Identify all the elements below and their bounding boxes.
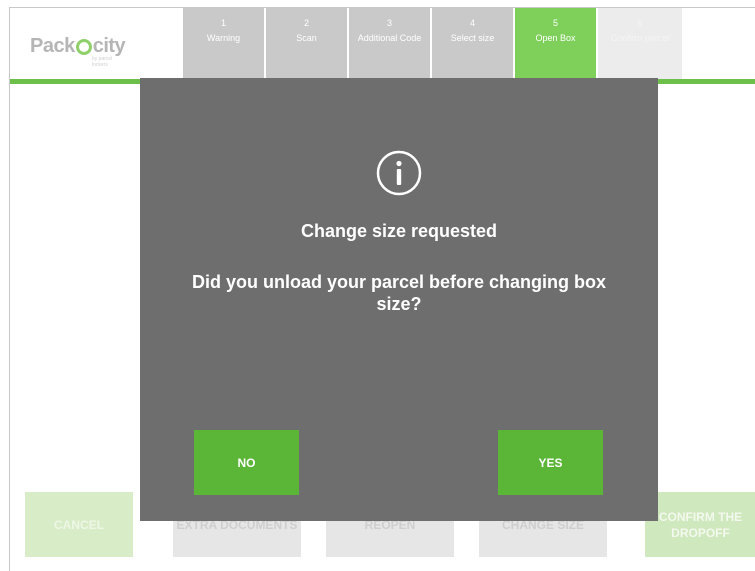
logo-text-right: city bbox=[92, 34, 126, 57]
step-number: 3 bbox=[386, 18, 392, 28]
info-icon bbox=[376, 150, 422, 196]
step-label: Scan bbox=[296, 33, 317, 43]
logo-mark-icon bbox=[75, 39, 92, 55]
step-additional-code: 3 Additional Code bbox=[349, 8, 430, 79]
logo: Pack city by parcel lockers bbox=[30, 26, 126, 69]
step-number: 2 bbox=[303, 18, 309, 28]
app-window: Pack city by parcel lockers 1 Warning 2 … bbox=[9, 7, 755, 571]
dialog-title: Change size requested bbox=[300, 221, 498, 241]
logo-tagline: by parcel lockers bbox=[92, 56, 113, 68]
step-label: Confirm parcel bbox=[610, 33, 670, 43]
step-progress: 1 Warning 2 Scan 3 Additional Code 4 Sel… bbox=[183, 8, 684, 79]
step-open-box: 5 Open Box bbox=[515, 8, 596, 79]
step-number: 1 bbox=[220, 18, 226, 28]
yes-button[interactable]: YES bbox=[498, 430, 603, 495]
step-scan: 2 Scan bbox=[266, 8, 347, 79]
step-label: Warning bbox=[206, 33, 241, 43]
header: Pack city by parcel lockers 1 Warning 2 … bbox=[10, 8, 755, 84]
cancel-button[interactable]: CANCEL bbox=[25, 492, 133, 557]
confirm-dropoff-button[interactable]: CONFIRM THE DROPOFF bbox=[645, 492, 755, 557]
logo-text-left: Pack bbox=[30, 34, 75, 57]
step-label: Select size bbox=[450, 33, 495, 43]
no-button[interactable]: NO bbox=[194, 430, 299, 495]
step-select-size: 4 Select size bbox=[432, 8, 513, 79]
step-label: Open Box bbox=[535, 33, 576, 43]
step-number: 6 bbox=[637, 18, 643, 28]
step-confirm-parcel: 6 Confirm parcel bbox=[598, 8, 682, 79]
dialog-message: Did you unload your parcel before changi… bbox=[191, 272, 607, 314]
step-number: 5 bbox=[552, 18, 558, 28]
confirmation-dialog: Change size requested Did you unload you… bbox=[140, 78, 658, 521]
step-warning: 1 Warning bbox=[183, 8, 264, 79]
step-number: 4 bbox=[469, 18, 475, 28]
step-label: Additional Code bbox=[357, 33, 422, 43]
